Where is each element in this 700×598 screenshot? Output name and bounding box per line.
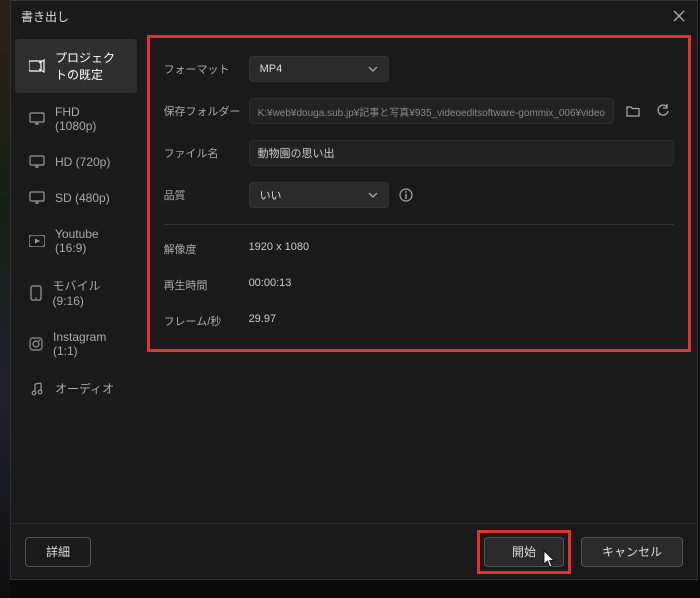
export-preset-icon [29, 59, 45, 73]
resolution-row: 解像度 1920 x 1080 [164, 231, 674, 267]
fps-label: フレーム/秒 [164, 313, 249, 329]
start-button[interactable]: 開始 [484, 537, 564, 567]
quality-label: 品質 [164, 187, 249, 203]
filename-row: ファイル名 動物園の思い出 [164, 132, 674, 174]
sidebar-item-instagram[interactable]: Instagram (1:1) [15, 320, 137, 368]
fps-row: フレーム/秒 29.97 [164, 303, 674, 339]
reset-folder-button[interactable] [652, 100, 674, 122]
sidebar-item-project-default[interactable]: プロジェクトの既定 [15, 39, 137, 93]
preset-sidebar: プロジェクトの既定 FHD (1080p) HD (720p) SD (480p… [11, 31, 141, 523]
format-select[interactable]: MP4 [249, 56, 389, 82]
export-dialog: 書き出し プロジェクトの既定 FHD (1080p) [10, 0, 698, 580]
highlighted-settings-area: フォーマット MP4 保存フォルダー K:¥web¥douga.sub.jp¥記… [147, 35, 691, 352]
folder-label: 保存フォルダー [164, 103, 249, 119]
filename-value: 動物園の思い出 [258, 145, 335, 161]
quality-value: いい [260, 187, 282, 203]
sidebar-item-label: SD (480p) [55, 191, 110, 205]
divider [164, 224, 674, 225]
cursor-icon [543, 550, 557, 568]
folder-path-value: K:¥web¥douga.sub.jp¥記事と写真¥935_videoedits… [258, 104, 605, 119]
sidebar-item-label: モバイル (9:16) [53, 277, 123, 308]
audio-icon [29, 382, 45, 396]
dialog-footer: 詳細 開始 キャンセル [11, 523, 697, 579]
mobile-icon [29, 285, 43, 301]
sidebar-item-label: Youtube (16:9) [55, 227, 123, 255]
chevron-down-icon [368, 192, 378, 198]
titlebar: 書き出し [11, 1, 697, 31]
close-icon [673, 10, 685, 22]
background-thumbnail-strip [0, 0, 10, 598]
fps-value: 29.97 [249, 313, 277, 329]
resolution-value: 1920 x 1080 [249, 241, 310, 257]
highlighted-start-area: 開始 [477, 530, 571, 574]
youtube-icon [29, 235, 45, 247]
settings-panel: フォーマット MP4 保存フォルダー K:¥web¥douga.sub.jp¥記… [141, 31, 697, 523]
sidebar-item-sd[interactable]: SD (480p) [15, 181, 137, 215]
sidebar-item-youtube[interactable]: Youtube (16:9) [15, 217, 137, 265]
quality-select[interactable]: いい [249, 182, 389, 208]
format-value: MP4 [260, 63, 283, 75]
format-label: フォーマット [164, 61, 249, 77]
cancel-button-label: キャンセル [602, 543, 662, 560]
cancel-button[interactable]: キャンセル [581, 537, 683, 567]
sidebar-item-label: オーディオ [55, 380, 114, 397]
format-row: フォーマット MP4 [164, 48, 674, 90]
sidebar-item-fhd[interactable]: FHD (1080p) [15, 95, 137, 143]
quality-info-button[interactable] [397, 186, 415, 204]
resolution-label: 解像度 [164, 241, 249, 257]
sidebar-item-label: プロジェクトの既定 [55, 49, 123, 83]
monitor-icon [29, 112, 45, 126]
filename-label: ファイル名 [164, 145, 249, 161]
info-icon [399, 188, 413, 202]
window-title: 書き出し [21, 8, 69, 25]
monitor-icon [29, 155, 45, 169]
sidebar-item-hd[interactable]: HD (720p) [15, 145, 137, 179]
duration-label: 再生時間 [164, 277, 249, 293]
reset-icon [656, 104, 670, 118]
monitor-icon [29, 191, 45, 205]
instagram-icon [29, 337, 43, 351]
sidebar-item-label: FHD (1080p) [55, 105, 123, 133]
close-button[interactable] [671, 8, 687, 24]
sidebar-item-mobile[interactable]: モバイル (9:16) [15, 267, 137, 318]
chevron-down-icon [368, 66, 378, 72]
folder-icon [626, 105, 640, 117]
quality-row: 品質 いい [164, 174, 674, 216]
duration-value: 00:00:13 [249, 277, 292, 293]
details-button-label: 詳細 [46, 543, 70, 560]
start-button-label: 開始 [512, 543, 536, 560]
sidebar-item-label: Instagram (1:1) [53, 330, 123, 358]
sidebar-item-audio[interactable]: オーディオ [15, 370, 137, 407]
duration-row: 再生時間 00:00:13 [164, 267, 674, 303]
folder-path-input[interactable]: K:¥web¥douga.sub.jp¥記事と写真¥935_videoedits… [249, 98, 614, 124]
filename-input[interactable]: 動物園の思い出 [249, 140, 674, 166]
browse-folder-button[interactable] [622, 100, 644, 122]
sidebar-item-label: HD (720p) [55, 155, 110, 169]
folder-row: 保存フォルダー K:¥web¥douga.sub.jp¥記事と写真¥935_vi… [164, 90, 674, 132]
details-button[interactable]: 詳細 [25, 537, 91, 567]
dialog-body: プロジェクトの既定 FHD (1080p) HD (720p) SD (480p… [11, 31, 697, 523]
